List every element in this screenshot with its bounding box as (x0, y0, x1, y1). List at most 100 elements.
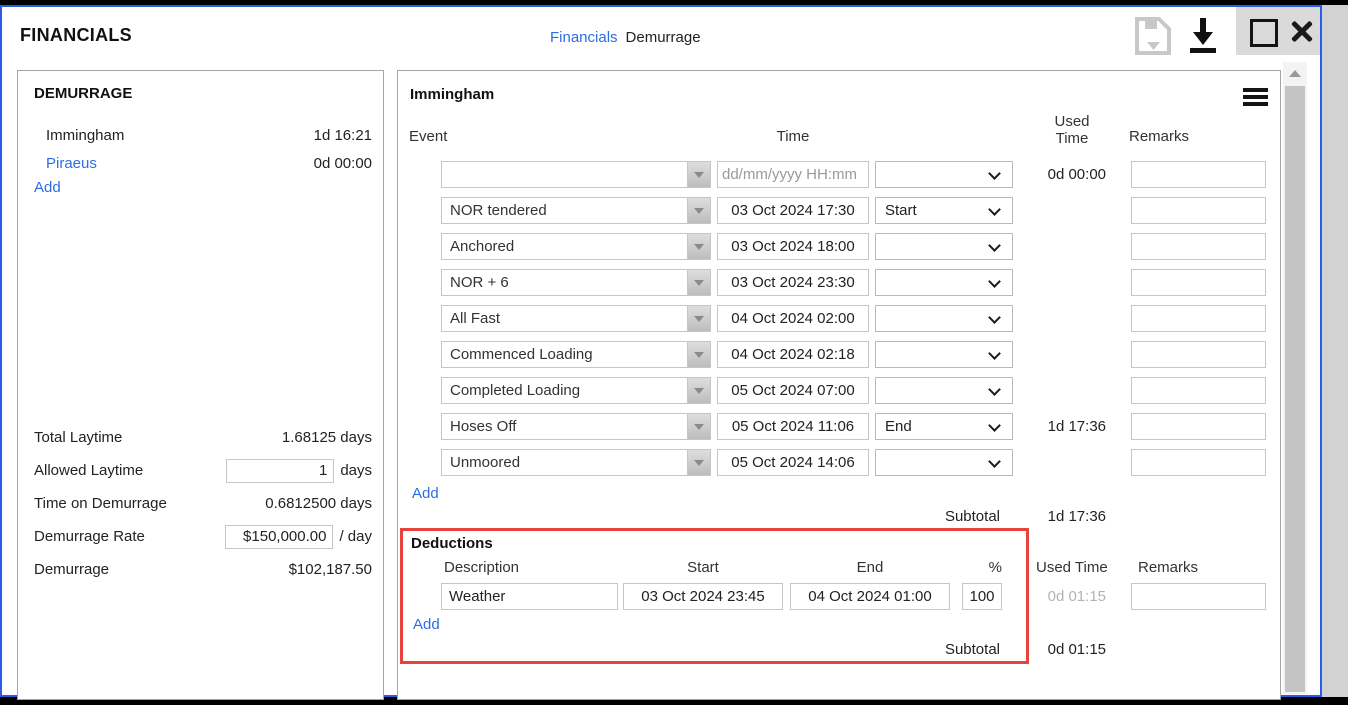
allowed-laytime-input[interactable] (226, 459, 334, 483)
dropdown-button[interactable] (687, 162, 710, 187)
dropdown-button[interactable] (687, 342, 710, 367)
event-combobox[interactable] (441, 413, 711, 440)
start-end-select[interactable]: Start (875, 197, 1013, 224)
remarks-input[interactable] (1131, 269, 1266, 296)
remarks-input[interactable] (1131, 341, 1266, 368)
deductions-subtotal-value: 0d 01:15 (998, 641, 1106, 658)
event-combobox[interactable] (441, 449, 711, 476)
deduction-description-header: Description (444, 559, 519, 576)
menu-icon[interactable] (1243, 88, 1268, 109)
event-input[interactable] (442, 378, 688, 403)
port-link-immingham[interactable]: Immingham (46, 127, 124, 144)
event-input[interactable] (442, 306, 688, 331)
dropdown-button[interactable] (687, 378, 710, 403)
scrollbar-thumb[interactable] (1285, 86, 1305, 692)
start-end-select[interactable] (875, 233, 1013, 260)
start-end-select[interactable] (875, 341, 1013, 368)
time-column-header: Time (717, 128, 869, 145)
event-combobox[interactable] (441, 233, 711, 260)
dropdown-arrow-icon (694, 244, 704, 250)
deduction-end-input[interactable] (790, 583, 950, 610)
save-icon (1133, 15, 1173, 57)
deduction-description-input[interactable] (441, 583, 618, 610)
remarks-input[interactable] (1131, 233, 1266, 260)
chevron-down-icon (988, 311, 1001, 324)
dropdown-button[interactable] (687, 414, 710, 439)
vertical-scrollbar[interactable] (1283, 62, 1307, 694)
event-time-input[interactable] (717, 413, 869, 440)
deduction-percent-header: % (938, 559, 1002, 576)
time-on-demurrage-value: 0.6812500 days (265, 495, 372, 512)
download-button[interactable] (1185, 15, 1221, 59)
event-combobox[interactable] (441, 341, 711, 368)
port-row-piraeus[interactable]: Piraeus 0d 00:00 (18, 149, 383, 177)
dropdown-button[interactable] (687, 306, 710, 331)
remarks-input[interactable] (1131, 305, 1266, 332)
laytime-stats: Total Laytime 1.68125 days Allowed Layti… (18, 421, 383, 586)
event-time-input[interactable] (717, 233, 869, 260)
breadcrumb-financials-link[interactable]: Financials (550, 29, 618, 46)
download-icon (1185, 15, 1221, 55)
dropdown-arrow-icon (694, 388, 704, 394)
event-time-input[interactable] (717, 305, 869, 332)
event-time-input[interactable] (717, 269, 869, 296)
event-combobox[interactable] (441, 377, 711, 404)
chevron-down-icon (988, 347, 1001, 360)
event-input[interactable] (442, 342, 688, 367)
maximize-button[interactable] (1250, 19, 1278, 47)
remarks-input[interactable] (1131, 377, 1266, 404)
event-input[interactable] (442, 162, 688, 187)
add-port-link[interactable]: Add (34, 179, 61, 196)
dropdown-button[interactable] (687, 198, 710, 223)
allowed-laytime-unit: days (340, 462, 372, 479)
event-input[interactable] (442, 270, 688, 295)
remarks-input[interactable] (1131, 197, 1266, 224)
add-deduction-link[interactable]: Add (413, 616, 440, 633)
event-combobox[interactable] (441, 161, 711, 188)
event-combobox[interactable] (441, 197, 711, 224)
remarks-input[interactable] (1131, 413, 1266, 440)
page-title: FINANCIALS (20, 25, 132, 46)
dropdown-arrow-icon (694, 208, 704, 214)
event-time-input[interactable] (717, 197, 869, 224)
remarks-input[interactable] (1131, 449, 1266, 476)
remarks-input[interactable] (1131, 161, 1266, 188)
port-link-piraeus[interactable]: Piraeus (46, 155, 97, 172)
dropdown-button[interactable] (687, 450, 710, 475)
event-rows: 0d 00:00 Start (398, 161, 1280, 476)
demurrage-total-row: Demurrage $102,187.50 (18, 553, 383, 586)
used-time-column-header: Used Time (1034, 113, 1110, 147)
port-row-immingham[interactable]: Immingham 1d 16:21 (18, 121, 383, 149)
deduction-start-input[interactable] (623, 583, 783, 610)
scroll-up-button[interactable] (1283, 62, 1307, 84)
demurrage-rate-input[interactable] (225, 525, 333, 549)
event-time-input[interactable] (717, 161, 869, 188)
deduction-remarks-input[interactable] (1131, 583, 1266, 610)
demurrage-panel-title: DEMURRAGE (34, 85, 132, 102)
port-list: Immingham 1d 16:21 Piraeus 0d 00:00 (18, 121, 383, 177)
event-input[interactable] (442, 450, 688, 475)
close-button[interactable] (1288, 17, 1316, 45)
save-button[interactable] (1133, 15, 1173, 61)
dropdown-button[interactable] (687, 270, 710, 295)
event-combobox[interactable] (441, 305, 711, 332)
add-event-link[interactable]: Add (412, 485, 439, 502)
event-input[interactable] (442, 234, 688, 259)
start-end-select[interactable] (875, 305, 1013, 332)
event-input[interactable] (442, 414, 688, 439)
dropdown-button[interactable] (687, 234, 710, 259)
event-time-input[interactable] (717, 449, 869, 476)
deductions-subtotal-label: Subtotal (878, 641, 1000, 658)
deduction-percent-input[interactable] (962, 583, 1002, 610)
event-input[interactable] (442, 198, 688, 223)
event-combobox[interactable] (441, 269, 711, 296)
start-end-select[interactable] (875, 161, 1013, 188)
event-time-input[interactable] (717, 341, 869, 368)
start-end-select[interactable]: End (875, 413, 1013, 440)
event-time-input[interactable] (717, 377, 869, 404)
event-row: Start (398, 197, 1280, 224)
start-end-select[interactable] (875, 449, 1013, 476)
start-end-select[interactable] (875, 377, 1013, 404)
demurrage-rate-unit: / day (339, 528, 372, 545)
start-end-select[interactable] (875, 269, 1013, 296)
